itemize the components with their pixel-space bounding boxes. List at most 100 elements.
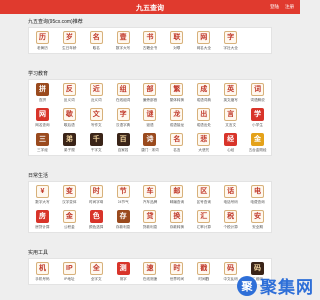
tool-item[interactable]: 时世界时间 — [163, 259, 190, 284]
tool-item[interactable]: 电电费查询 — [244, 182, 271, 207]
tool-item[interactable]: 岁生日年龄 — [56, 28, 83, 53]
tool-item[interactable]: 拼查拼 — [29, 80, 56, 105]
tool-item[interactable]: 换存款转换 — [163, 207, 190, 232]
tool-label: 大悲咒 — [198, 148, 210, 152]
tool-item[interactable]: 文写作文 — [83, 105, 110, 130]
tool-item[interactable]: 名取名 — [83, 28, 110, 53]
tool-item[interactable]: 龙成语接龙 — [163, 105, 190, 130]
tool-item[interactable]: 千千字文 — [83, 130, 110, 155]
tool-label: 数字大写 — [115, 46, 131, 50]
tool-item[interactable]: 色颜色选择 — [83, 207, 110, 232]
tool-item[interactable]: 节 24节气 — [110, 182, 137, 207]
tool-item[interactable]: 部偏旁部首 — [137, 80, 164, 105]
tool-item[interactable]: 学小学生 — [244, 105, 271, 130]
tool-icon: 变 — [62, 185, 76, 198]
tool-item[interactable]: 汇汇率计算 — [190, 207, 217, 232]
tool-icon: 千 — [89, 133, 103, 146]
tool-item[interactable]: 弟弟子规 — [56, 130, 83, 155]
watermark-logo-icon: 聚 — [237, 275, 257, 296]
tool-item[interactable]: 组在线组词 — [110, 80, 137, 105]
tool-icon: 电 — [251, 185, 265, 198]
tool-item[interactable]: 歇歇后语 — [56, 105, 83, 130]
tool-label: 取名 — [92, 46, 100, 50]
tool-item[interactable]: 壹数字大写 — [110, 28, 137, 53]
tool-icon: 字 — [116, 108, 130, 121]
tool-item[interactable]: 网网名大全 — [190, 28, 217, 53]
tool-item[interactable]: 繁繁体转换 — [163, 80, 190, 105]
tool-label: 古籍全书 — [142, 46, 158, 50]
tool-item[interactable]: 名名言 — [163, 130, 190, 155]
tool-item[interactable]: 话电话号码 — [217, 182, 244, 207]
tool-item[interactable]: 谜谜语 — [137, 105, 164, 130]
tool-item[interactable]: 安安全期 — [244, 207, 271, 232]
tool-label: 汇率计算 — [196, 225, 211, 229]
tool-item[interactable]: 邮邮编查询 — [163, 182, 190, 207]
tool-label: 中文乱码 — [223, 277, 238, 281]
tool-icon: 网 — [197, 31, 211, 44]
tool-item[interactable]: 三三字经 — [29, 130, 56, 155]
tool-icon: 税 — [224, 210, 238, 223]
tool-item[interactable]: ¥ 数字大写 — [29, 182, 56, 207]
tool-item[interactable]: 贷贷款利息 — [137, 207, 164, 232]
tool-item[interactable]: 戳时间戳 — [190, 259, 217, 284]
tool-label: 字社大全 — [223, 46, 238, 50]
tool-item[interactable]: 房房贷计算 — [29, 207, 56, 232]
register-link[interactable]: 注册 — [285, 4, 294, 10]
tool-item[interactable]: 网网名查询 — [29, 105, 56, 130]
tool-item[interactable]: 机手机号码 — [29, 259, 56, 284]
tool-label: 时间字母 — [89, 200, 104, 204]
tool-item[interactable]: 区区号查询 — [190, 182, 217, 207]
tool-item[interactable]: 税个税计算 — [217, 207, 244, 232]
tool-item[interactable]: 词词语解说 — [244, 80, 271, 105]
site-title[interactable]: 九五查询 — [0, 3, 300, 13]
tool-item[interactable]: 时时间字母 — [83, 182, 110, 207]
tool-item[interactable]: 百百家姓 — [110, 130, 137, 155]
tool-item[interactable]: 近近义词 — [83, 80, 110, 105]
tool-item[interactable]: 金五台金刚经 — [244, 130, 271, 155]
tool-label: 成语词典 — [196, 98, 211, 102]
tool-icon: 机 — [35, 262, 49, 275]
tool-label: 邮编查询 — [169, 200, 185, 204]
tool-icon: 谜 — [143, 108, 157, 121]
tool-label: 写作文 — [90, 123, 102, 127]
tool-label: 心经 — [227, 148, 235, 152]
tool-label: 世界时间 — [169, 277, 185, 281]
tool-icon: 百 — [116, 133, 130, 146]
tool-item[interactable]: 车汽车品牌 — [137, 182, 164, 207]
tool-item[interactable]: 英英文缩写 — [217, 80, 244, 105]
top-bar: 九五查询 登陆 注册 — [0, 0, 300, 14]
study-grid: 拼查拼反反义词近近义词组在线组词部偏旁部首繁繁体转换成成语词典英英文缩写词词语解… — [28, 79, 272, 156]
tool-item[interactable]: 诗唐门 · 宋词 — [137, 130, 164, 155]
tool-icon: 弟 — [62, 133, 76, 146]
tool-item[interactable]: 速在线测速 — [137, 259, 164, 284]
tool-item[interactable]: IP IP地址 — [56, 259, 83, 284]
tool-item[interactable]: 出成语出处 — [190, 105, 217, 130]
tool-item[interactable]: 联对联 — [163, 28, 190, 53]
tool-icon: IP — [62, 262, 76, 275]
tool-item[interactable]: 反反义词 — [56, 80, 83, 105]
tool-item[interactable]: 历老黄历 — [29, 28, 56, 53]
tool-item[interactable]: 全全字文 — [83, 259, 110, 284]
tool-item[interactable]: 书古籍全书 — [137, 28, 164, 53]
tool-item[interactable]: 字字社大全 — [217, 28, 244, 53]
tool-item[interactable]: 悲大悲咒 — [190, 130, 217, 155]
tool-item[interactable]: 存存款利息 — [110, 207, 137, 232]
tool-label: 小学生 — [252, 123, 263, 127]
login-link[interactable]: 登陆 — [270, 4, 279, 10]
tool-item[interactable]: 成成语词典 — [190, 80, 217, 105]
tool-icon: 测 — [116, 262, 130, 275]
tool-item[interactable]: 金公积金 — [56, 207, 83, 232]
tool-item[interactable]: 言文言文 — [217, 105, 244, 130]
tool-icon: 龙 — [170, 108, 184, 121]
tool-label: 三字经 — [37, 148, 48, 152]
tool-label: 存款利息 — [115, 225, 131, 229]
tool-icon: 房 — [35, 210, 49, 223]
tool-label: 名言 — [173, 148, 181, 152]
life-grid: ¥ 数字大写变汉字变体时时间字母节 24节气车汽车品牌邮邮编查询区区号查询话电话号码… — [28, 181, 272, 233]
tool-item[interactable]: 变汉字变体 — [56, 182, 83, 207]
tool-item[interactable]: 字汉语字典 — [110, 105, 137, 130]
tool-label: 网名查询 — [35, 123, 50, 127]
tool-item[interactable]: 测测字 — [110, 259, 137, 284]
tool-icon: 繁 — [170, 83, 184, 96]
tool-item[interactable]: 经心经 — [217, 130, 244, 155]
